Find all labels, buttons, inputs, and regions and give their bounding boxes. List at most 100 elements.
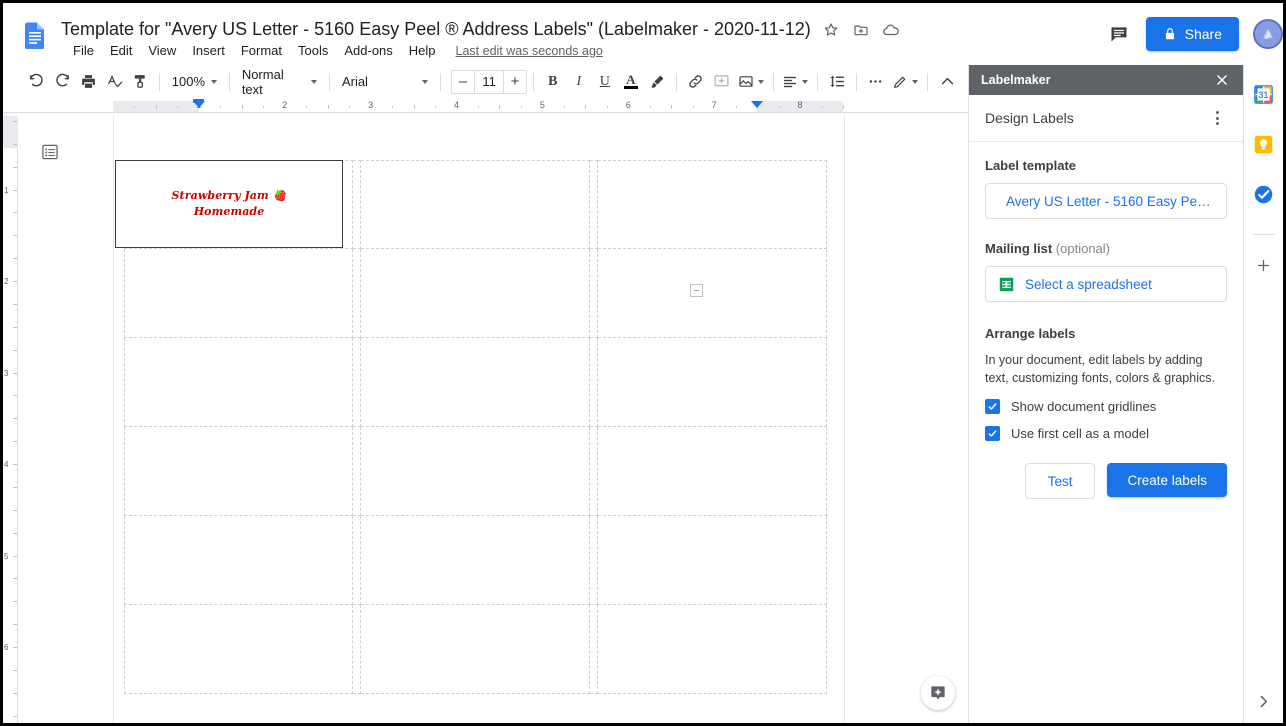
- font-size-input[interactable]: 11: [474, 70, 505, 93]
- table-resize-handle-icon[interactable]: [690, 284, 703, 297]
- right-indent-marker[interactable]: [751, 101, 764, 108]
- label-cell[interactable]: [361, 605, 590, 694]
- spellcheck-icon[interactable]: [101, 69, 127, 95]
- page-title[interactable]: Template for "Avery US Letter - 5160 Eas…: [61, 19, 811, 40]
- highlight-icon[interactable]: [644, 69, 670, 95]
- checkbox-first-cell-model[interactable]: Use first cell as a model: [985, 426, 1227, 442]
- paragraph-style-dropdown[interactable]: Normal text: [236, 67, 323, 97]
- more-options-icon[interactable]: [863, 69, 889, 95]
- label-gutter-cell[interactable]: [353, 427, 361, 516]
- more-vert-icon[interactable]: [1207, 108, 1227, 128]
- explore-button[interactable]: [921, 676, 955, 710]
- label-gutter-cell[interactable]: [590, 427, 598, 516]
- close-icon[interactable]: [1213, 71, 1231, 89]
- text-color-button[interactable]: A: [618, 69, 644, 95]
- label-cell[interactable]: [124, 338, 353, 427]
- insert-image-icon[interactable]: [735, 69, 767, 95]
- label-cell[interactable]: [598, 160, 827, 249]
- label-cell[interactable]: [124, 249, 353, 338]
- add-comment-icon[interactable]: [709, 69, 735, 95]
- vertical-ruler[interactable]: 1 2 3 4 5 6: [3, 116, 21, 723]
- label-cell-first[interactable]: Strawberry Jam 🍓 Homemade: [115, 160, 343, 248]
- hide-menus-chevron-icon[interactable]: [934, 69, 960, 95]
- share-button[interactable]: Share: [1145, 17, 1239, 51]
- increase-font-size-button[interactable]: +: [504, 71, 526, 93]
- chevron-right-icon[interactable]: [1251, 689, 1275, 713]
- menu-add-ons[interactable]: Add-ons: [336, 40, 400, 61]
- chevron-down-icon: [802, 79, 809, 84]
- decrease-font-size-button[interactable]: –: [452, 71, 474, 93]
- redo-icon[interactable]: [49, 69, 75, 95]
- last-edit-status[interactable]: Last edit was seconds ago: [456, 44, 603, 58]
- menu-tools[interactable]: Tools: [290, 40, 336, 61]
- print-icon[interactable]: [75, 69, 101, 95]
- select-spreadsheet-button[interactable]: Select a spreadsheet: [985, 266, 1227, 302]
- label-cell[interactable]: [361, 338, 590, 427]
- paint-format-icon[interactable]: [127, 69, 153, 95]
- label-cell[interactable]: [361, 427, 590, 516]
- toolbar-divider: [229, 72, 230, 91]
- label-gutter-cell[interactable]: [590, 160, 598, 249]
- comment-history-icon[interactable]: [1106, 21, 1132, 47]
- google-keep-icon[interactable]: [1252, 132, 1276, 156]
- document-outline-icon[interactable]: [35, 137, 65, 167]
- label-gutter-cell[interactable]: [353, 249, 361, 338]
- horizontal-ruler[interactable]: 12345678: [3, 98, 968, 117]
- label-cell[interactable]: [361, 249, 590, 338]
- font-family-dropdown[interactable]: Arial: [336, 69, 434, 95]
- test-button[interactable]: Test: [1024, 463, 1096, 500]
- label-gutter-cell[interactable]: [353, 516, 361, 605]
- label-gutter-cell[interactable]: [353, 338, 361, 427]
- google-tasks-icon[interactable]: [1252, 182, 1276, 206]
- ruler-tick: [499, 105, 501, 109]
- label-cell[interactable]: [598, 249, 827, 338]
- star-icon[interactable]: [821, 20, 841, 40]
- vruler-tick: [13, 486, 17, 488]
- underline-button[interactable]: U: [592, 69, 618, 95]
- menu-help[interactable]: Help: [401, 40, 444, 61]
- menu-insert[interactable]: Insert: [184, 40, 233, 61]
- cloud-saved-icon[interactable]: [881, 20, 901, 40]
- align-left-icon[interactable]: [779, 69, 811, 95]
- first-line-indent-marker[interactable]: [193, 99, 205, 103]
- line-spacing-icon[interactable]: [824, 69, 850, 95]
- italic-button[interactable]: I: [566, 69, 592, 95]
- label-cell[interactable]: [598, 516, 827, 605]
- label-cell[interactable]: [361, 160, 590, 249]
- font-size-stepper[interactable]: – 11 +: [451, 69, 528, 94]
- label-gutter-cell[interactable]: [590, 516, 598, 605]
- ruler-tick: [735, 106, 737, 108]
- add-on-plus-icon[interactable]: [1252, 253, 1276, 277]
- checkbox-show-gridlines[interactable]: Show document gridlines: [985, 399, 1227, 415]
- document-page[interactable]: Strawberry Jam 🍓 Homemade: [113, 116, 845, 723]
- menu-edit[interactable]: Edit: [102, 40, 140, 61]
- avatar[interactable]: [1253, 19, 1283, 49]
- menu-file[interactable]: File: [65, 40, 102, 61]
- edit-mode-pencil-icon[interactable]: [889, 69, 921, 95]
- label-template-selector[interactable]: Avery US Letter - 5160 Easy Peel ...: [985, 183, 1227, 219]
- label-cell[interactable]: [124, 605, 353, 694]
- menu-view[interactable]: View: [140, 40, 184, 61]
- google-docs-icon[interactable]: [20, 20, 50, 50]
- label-gutter-cell[interactable]: [353, 605, 361, 694]
- create-labels-button[interactable]: Create labels: [1107, 463, 1227, 498]
- label-gutter-cell[interactable]: [353, 160, 361, 249]
- table-row: [124, 516, 836, 605]
- label-cell[interactable]: [598, 427, 827, 516]
- move-to-folder-icon[interactable]: [851, 20, 871, 40]
- insert-link-icon[interactable]: [683, 69, 709, 95]
- label-gutter-cell[interactable]: [590, 338, 598, 427]
- label-gutter-cell[interactable]: [590, 249, 598, 338]
- bold-button[interactable]: B: [540, 69, 566, 95]
- label-gutter-cell[interactable]: [590, 605, 598, 694]
- label-cell[interactable]: [598, 338, 827, 427]
- zoom-dropdown[interactable]: 100%: [166, 69, 223, 95]
- google-calendar-icon[interactable]: 31: [1252, 82, 1276, 106]
- menu-format[interactable]: Format: [233, 40, 290, 61]
- label-cell[interactable]: [124, 427, 353, 516]
- label-cell[interactable]: [598, 605, 827, 694]
- ruler-tick: [263, 106, 265, 108]
- label-cell[interactable]: [124, 516, 353, 605]
- undo-icon[interactable]: [23, 69, 49, 95]
- label-cell[interactable]: [361, 516, 590, 605]
